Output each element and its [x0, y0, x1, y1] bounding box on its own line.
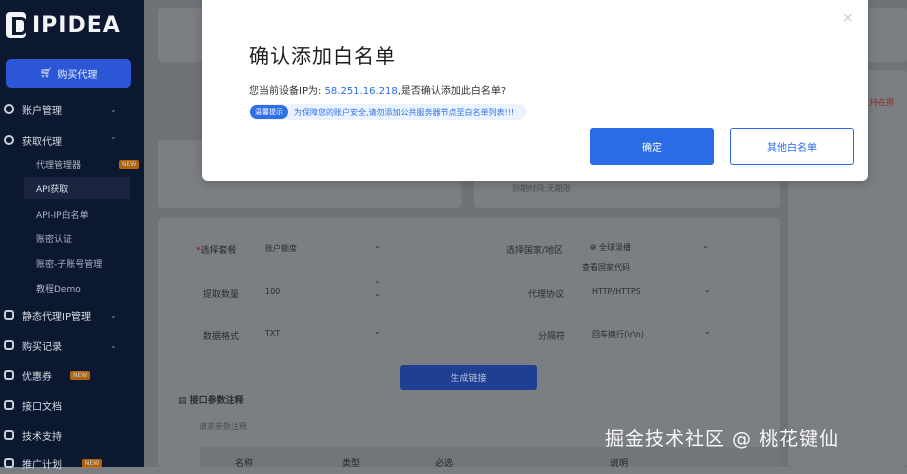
subitem-label: 代理管理器 [36, 160, 82, 171]
chevron-down-icon: ⌄ [704, 327, 711, 336]
cart-icon [4, 340, 14, 350]
format-select[interactable]: TXT [265, 329, 280, 338]
chevron-down-icon: ⌄ [110, 340, 117, 350]
format-label: 数据格式 [203, 332, 240, 342]
subitem-label: API获取 [36, 184, 69, 195]
quantity-stepper[interactable]: 100 [265, 287, 280, 296]
sidebar-item-static-ip[interactable]: 静态代理IP管理 ⌄ [0, 304, 144, 326]
sidebar-subitem-demo[interactable]: 教程Demo [24, 277, 130, 299]
sidebar-item-label: 购买记录 [22, 341, 62, 353]
generate-link-button[interactable]: 生成链接 [400, 365, 537, 390]
confirm-button[interactable]: 确定 [590, 128, 714, 165]
column-header: 类型 [342, 459, 361, 469]
tip-badge: 温馨提示 [250, 105, 288, 119]
watermark: 掘金技术社区 @ 桃花键仙 [605, 428, 840, 450]
separator-select[interactable]: 回车换行(\r\n) [592, 329, 644, 340]
device-ip: 58.251.16.218 [324, 86, 398, 97]
new-badge: NEW [70, 370, 91, 380]
chevron-down-icon: ⌄ [704, 285, 711, 294]
column-header: 名称 [235, 459, 254, 469]
coupon-icon [4, 370, 14, 380]
subitem-label: API-IP白名单 [36, 210, 89, 221]
other-whitelist-button[interactable]: 其他白名单 [730, 128, 854, 165]
warning-tip: 温馨提示 为保障您的账户安全,请勿添加公共服务器节点至白名单列表!!! [250, 104, 527, 120]
sidebar-item-purchase-records[interactable]: 购买记录 ⌄ [0, 334, 144, 356]
dialog-message: 您当前设备IP为: 58.251.16.218,是否确认添加此白名单? [249, 82, 506, 97]
confirm-whitelist-dialog: × 确认添加白名单 您当前设备IP为: 58.251.16.218,是否确认添加… [202, 0, 868, 181]
chevron-down-icon: ⌄ [702, 241, 709, 250]
new-badge: NEW [119, 159, 140, 169]
sidebar-item-label: 接口文档 [22, 401, 62, 413]
country-code-link[interactable]: 查看国家代码 [582, 262, 630, 273]
chevron-up-icon: ⌃ [110, 135, 117, 145]
sidebar: IPIDEA 🛒︎ 购买代理 账户管理 ⌄ 获取代理 ⌃ 代理管理器 NEW A… [0, 0, 144, 471]
sidebar-subitem-api-whitelist[interactable]: API-IP白名单 [24, 203, 130, 225]
params-subtitle: 请求参数注释 [199, 422, 247, 431]
sidebar-item-label: 账户管理 [22, 105, 62, 117]
user-icon [4, 135, 14, 145]
close-icon[interactable]: × [842, 10, 854, 26]
sidebar-item-tech-support[interactable]: 技术支持 [0, 424, 144, 446]
subitem-label: 账密认证 [36, 234, 73, 245]
separator-label: 分隔符 [538, 332, 566, 342]
sidebar-item-label: 静态代理IP管理 [22, 311, 91, 323]
globe-icon: 🌐︎ [590, 243, 597, 252]
doc-icon [4, 400, 14, 410]
chevron-down-icon: ⌄ [110, 310, 117, 320]
quantity-label: 提取数量 [203, 290, 240, 300]
buy-proxy-button[interactable]: 🛒︎ 购买代理 [6, 59, 131, 88]
tool-icon [4, 430, 14, 440]
sidebar-subitem-api-get[interactable]: API获取 [24, 177, 130, 199]
logo-text: IPIDEA [32, 12, 121, 38]
sidebar-item-coupons[interactable]: 优惠券 NEW [0, 364, 144, 386]
sidebar-item-get-proxy[interactable]: 获取代理 ⌃ [0, 129, 144, 151]
logo-mark-icon [6, 12, 27, 38]
sidebar-item-api-docs[interactable]: 接口文档 [0, 394, 144, 416]
sidebar-subitem-proxy-manager[interactable]: 代理管理器 NEW [24, 153, 140, 175]
subitem-label: 教程Demo [36, 284, 81, 295]
brand-logo[interactable]: IPIDEA [6, 12, 121, 38]
column-header: 说明 [610, 459, 629, 469]
expiry-text: 到期时间:无期限 [512, 184, 571, 193]
country-select[interactable]: 🌐︎ 全球混播 [590, 242, 631, 253]
package-label: *选择套餐 [196, 246, 237, 256]
sidebar-item-label: 获取代理 [22, 136, 62, 148]
sidebar-item-label: 优惠券 [22, 371, 52, 383]
protocol-label: 代理协议 [528, 290, 565, 300]
subitem-label: 账密-子账号管理 [36, 259, 103, 270]
sidebar-item-label: 技术支持 [22, 431, 62, 443]
sidebar-subitem-auth[interactable]: 账密认证 [24, 227, 130, 249]
doc-icon: ▤ [178, 396, 187, 406]
stepper-arrows-icon[interactable]: ⌃ ⌄ [374, 280, 381, 298]
sidebar-subitem-subaccount[interactable]: 账密-子账号管理 [24, 252, 130, 274]
message-suffix: ,是否确认添加此白名单? [397, 86, 507, 97]
message-prefix: 您当前设备IP为: [249, 86, 322, 97]
params-section-title: ▤ 接口参数注释 [178, 396, 244, 406]
column-header: 必选 [435, 459, 454, 469]
chevron-down-icon: ⌄ [110, 104, 117, 114]
chevron-down-icon: ⌄ [374, 241, 381, 250]
country-label: 选择国家/地区 [506, 246, 564, 256]
server-icon [4, 310, 14, 320]
cart-icon: 🛒︎ [39, 68, 53, 79]
sidebar-item-label: 推广计划 [22, 459, 62, 471]
new-badge: NEW [82, 458, 103, 468]
tip-text: 为保障您的账户安全,请勿添加公共服务器节点至白名单列表!!! [294, 107, 515, 117]
buy-proxy-label: 购买代理 [57, 70, 98, 81]
sidebar-item-account[interactable]: 账户管理 ⌄ [0, 98, 144, 120]
protocol-select[interactable]: HTTP/HTTPS [592, 287, 641, 296]
pie-chart-icon [4, 104, 14, 114]
chevron-down-icon: ⌄ [374, 327, 381, 336]
package-select[interactable]: 账户额度 [265, 243, 297, 254]
sidebar-item-promotion[interactable]: 推广计划 NEW [0, 452, 144, 474]
dialog-title: 确认添加白名单 [249, 44, 396, 68]
